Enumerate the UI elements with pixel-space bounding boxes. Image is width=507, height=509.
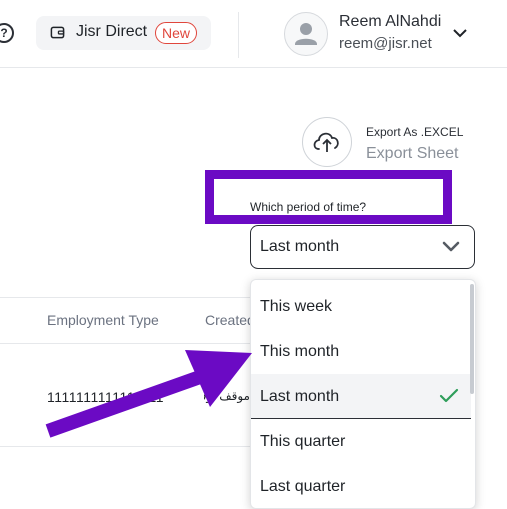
annotation-arrow-icon [45, 350, 252, 438]
chevron-down-icon[interactable] [440, 238, 462, 256]
option-label: This week [260, 298, 333, 315]
column-header-employment-type[interactable]: Employment Type [47, 312, 159, 328]
option-last-month[interactable]: Last month [251, 374, 471, 419]
annotation-highlight-box [205, 170, 452, 224]
period-dropdown-menu: This week This month Last month This qua… [250, 279, 476, 509]
option-last-quarter[interactable]: Last quarter [251, 464, 471, 508]
export-title: Export As .EXCEL [366, 125, 464, 139]
user-avatar[interactable] [284, 12, 328, 56]
option-this-week[interactable]: This week [251, 284, 471, 329]
option-this-quarter[interactable]: This quarter [251, 419, 471, 464]
table-divider [0, 446, 250, 447]
upload-cloud-icon [313, 132, 339, 152]
wallet-icon [50, 26, 65, 39]
user-email: reem@jisr.net [339, 35, 432, 52]
period-select-value: Last month [260, 238, 340, 255]
header-divider [238, 12, 239, 58]
export-subtitle[interactable]: Export Sheet [366, 145, 459, 163]
user-name: Reem AlNahdi [339, 13, 442, 30]
user-avatar-icon [295, 23, 317, 45]
table-divider [0, 297, 250, 298]
option-label: Last month [260, 388, 340, 405]
option-label: This quarter [260, 433, 346, 450]
export-button[interactable] [302, 117, 352, 167]
option-this-month[interactable]: This month [251, 329, 471, 374]
period-label: Which period of time? [250, 200, 367, 214]
check-icon [439, 388, 459, 403]
option-label: Last quarter [260, 478, 346, 495]
column-header-created[interactable]: Created [205, 312, 255, 328]
new-badge: New [155, 22, 198, 44]
dropdown-scrollbar[interactable] [470, 284, 474, 394]
jisr-direct-label: Jisr Direct [76, 23, 148, 40]
option-label: This month [260, 343, 340, 360]
chevron-down-icon[interactable] [452, 27, 468, 39]
